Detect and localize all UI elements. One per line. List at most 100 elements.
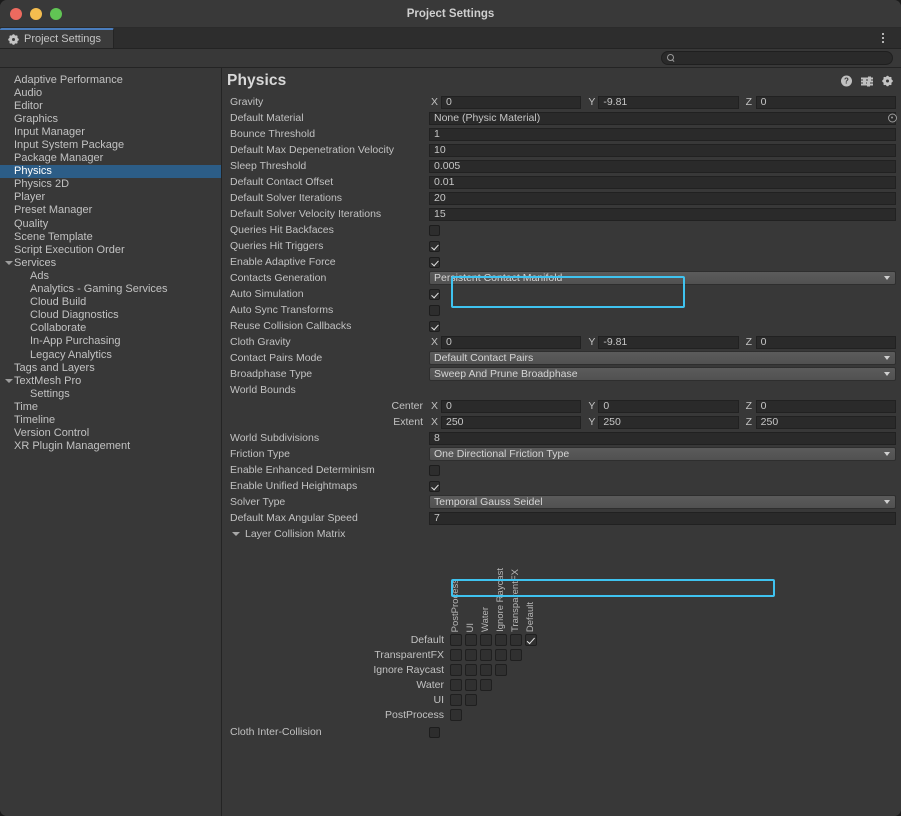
preset-icon[interactable] bbox=[861, 76, 873, 87]
matrix-checkbox[interactable] bbox=[479, 633, 492, 646]
center-z-input[interactable]: 0 bbox=[755, 399, 896, 413]
queries-hit-backfaces-checkbox[interactable] bbox=[429, 224, 440, 236]
sidebar-item-cloud-diagnostics[interactable]: Cloud Diagnostics bbox=[0, 309, 221, 322]
default-max-angular-speed-input[interactable]: 7 bbox=[429, 511, 896, 525]
extent-z-input[interactable]: 250 bbox=[755, 415, 896, 429]
center-y-input[interactable]: 0 bbox=[598, 399, 739, 413]
sidebar-item-time[interactable]: Time bbox=[0, 400, 221, 413]
sidebar-item-in-app-purchasing[interactable]: In-App Purchasing bbox=[0, 335, 221, 348]
matrix-row: TransparentFX bbox=[222, 647, 901, 662]
matrix-checkbox[interactable] bbox=[494, 663, 507, 676]
matrix-checkbox[interactable] bbox=[464, 693, 477, 706]
default-material-field[interactable]: None (Physic Material) bbox=[429, 111, 896, 125]
matrix-checkbox[interactable] bbox=[494, 648, 507, 661]
matrix-checkbox[interactable] bbox=[449, 648, 462, 661]
sidebar-item-textmesh-pro[interactable]: TextMesh Pro bbox=[0, 374, 221, 387]
gravity-x-input[interactable]: 0 bbox=[441, 95, 582, 109]
sidebar-item-graphics[interactable]: Graphics bbox=[0, 112, 221, 125]
sidebar-item-audio[interactable]: Audio bbox=[0, 86, 221, 99]
matrix-checkbox[interactable] bbox=[449, 693, 462, 706]
center-x-input[interactable]: 0 bbox=[441, 399, 582, 413]
extent-x-input[interactable]: 250 bbox=[441, 415, 582, 429]
sidebar-item-physics[interactable]: Physics bbox=[0, 164, 221, 178]
zoom-button[interactable] bbox=[50, 7, 62, 20]
broadphase-type-dropdown[interactable]: Sweep And Prune Broadphase bbox=[429, 367, 896, 381]
object-picker-icon[interactable] bbox=[888, 113, 897, 123]
sidebar-item-ads[interactable]: Ads bbox=[0, 269, 221, 282]
help-icon[interactable]: ? bbox=[841, 75, 852, 87]
sidebar-item-quality[interactable]: Quality bbox=[0, 217, 221, 230]
sidebar-item-preset-manager[interactable]: Preset Manager bbox=[0, 204, 221, 217]
contact-pairs-mode-dropdown[interactable]: Default Contact Pairs bbox=[429, 351, 896, 365]
sidebar-item-services[interactable]: Services bbox=[0, 256, 221, 269]
cloth-gravity-x-input[interactable]: 0 bbox=[441, 335, 582, 349]
reuse-collision-callbacks-checkbox[interactable] bbox=[429, 320, 440, 332]
matrix-checkbox[interactable] bbox=[479, 678, 492, 691]
matrix-checkbox[interactable] bbox=[509, 633, 522, 646]
search-box[interactable] bbox=[661, 51, 893, 65]
close-button[interactable] bbox=[10, 7, 22, 20]
minimize-button[interactable] bbox=[30, 7, 42, 20]
cloth-gravity-y-input[interactable]: -9.81 bbox=[598, 335, 739, 349]
sidebar-item-cloud-build[interactable]: Cloud Build bbox=[0, 296, 221, 309]
foldout-layer-collision-matrix[interactable]: Layer Collision Matrix bbox=[222, 526, 901, 542]
enable-adaptive-force-checkbox[interactable] bbox=[429, 256, 440, 268]
matrix-checkbox[interactable] bbox=[464, 663, 477, 676]
sidebar-item-input-manager[interactable]: Input Manager bbox=[0, 125, 221, 138]
bounce-threshold-input[interactable]: 1 bbox=[429, 127, 896, 141]
matrix-checkbox[interactable] bbox=[464, 648, 477, 661]
sidebar-item-editor[interactable]: Editor bbox=[0, 99, 221, 112]
sidebar-item-input-system-package[interactable]: Input System Package bbox=[0, 138, 221, 151]
cloth-gravity-z-input[interactable]: 0 bbox=[755, 335, 896, 349]
matrix-checkbox[interactable] bbox=[449, 663, 462, 676]
solver-type-dropdown[interactable]: Temporal Gauss Seidel bbox=[429, 495, 896, 509]
sidebar-item-xr-plugin-management[interactable]: XR Plugin Management bbox=[0, 440, 221, 453]
matrix-checkbox[interactable] bbox=[464, 633, 477, 646]
sidebar-item-collaborate[interactable]: Collaborate bbox=[0, 322, 221, 335]
gravity-z-input[interactable]: 0 bbox=[755, 95, 896, 109]
extent-y-input[interactable]: 250 bbox=[598, 415, 739, 429]
sidebar-item-player[interactable]: Player bbox=[0, 191, 221, 204]
default-contact-offset-input[interactable]: 0.01 bbox=[429, 175, 896, 189]
matrix-checkbox[interactable] bbox=[494, 633, 507, 646]
cloth-inter-collision-checkbox[interactable] bbox=[429, 726, 440, 738]
auto-sync-transforms-checkbox[interactable] bbox=[429, 304, 440, 316]
matrix-checkbox[interactable] bbox=[449, 708, 462, 721]
gear-icon[interactable] bbox=[882, 76, 893, 87]
matrix-checkbox[interactable] bbox=[524, 633, 537, 646]
matrix-checkbox[interactable] bbox=[509, 648, 522, 661]
sidebar-item-version-control[interactable]: Version Control bbox=[0, 427, 221, 440]
kebab-menu-icon[interactable] bbox=[875, 28, 891, 48]
friction-type-dropdown[interactable]: One Directional Friction Type bbox=[429, 447, 896, 461]
matrix-checkbox[interactable] bbox=[479, 648, 492, 661]
default-max-depenetration-velocity-input[interactable]: 10 bbox=[429, 143, 896, 157]
sidebar-item-scene-template[interactable]: Scene Template bbox=[0, 230, 221, 243]
queries-hit-triggers-checkbox[interactable] bbox=[429, 240, 440, 252]
default-solver-velocity-iterations-input[interactable]: 15 bbox=[429, 207, 896, 221]
sidebar-item-settings[interactable]: Settings bbox=[0, 387, 221, 400]
sidebar-item-package-manager[interactable]: Package Manager bbox=[0, 152, 221, 165]
settings-sidebar[interactable]: Adaptive Performance Audio Editor Graphics I… bbox=[0, 68, 222, 816]
gravity-y-input[interactable]: -9.81 bbox=[598, 95, 739, 109]
auto-simulation-checkbox[interactable] bbox=[429, 288, 440, 300]
matrix-checkbox[interactable] bbox=[479, 663, 492, 676]
matrix-checkbox[interactable] bbox=[449, 633, 462, 646]
sleep-threshold-input[interactable]: 0.005 bbox=[429, 159, 896, 173]
cloth-gravity-x-label: X bbox=[431, 336, 439, 348]
matrix-checkbox[interactable] bbox=[464, 678, 477, 691]
sidebar-item-tags-and-layers[interactable]: Tags and Layers bbox=[0, 361, 221, 374]
enable-enhanced-determinism-checkbox[interactable] bbox=[429, 464, 440, 476]
sidebar-item-physics-2d[interactable]: Physics 2D bbox=[0, 178, 221, 191]
sidebar-item-adaptive-performance[interactable]: Adaptive Performance bbox=[0, 73, 221, 86]
sidebar-item-timeline[interactable]: Timeline bbox=[0, 413, 221, 426]
default-solver-iterations-input[interactable]: 20 bbox=[429, 191, 896, 205]
sidebar-item-script-execution-order[interactable]: Script Execution Order bbox=[0, 243, 221, 256]
tab-project-settings[interactable]: Project Settings bbox=[0, 28, 115, 48]
sidebar-item-legacy-analytics[interactable]: Legacy Analytics bbox=[0, 348, 221, 361]
search-input[interactable] bbox=[679, 52, 887, 64]
world-subdivisions-input[interactable]: 8 bbox=[429, 431, 896, 445]
enable-unified-heightmaps-checkbox[interactable] bbox=[429, 480, 440, 492]
sidebar-item-analytics-gaming-services[interactable]: Analytics - Gaming Services bbox=[0, 283, 221, 296]
contacts-generation-dropdown[interactable]: Persistent Contact Manifold bbox=[429, 271, 896, 285]
matrix-checkbox[interactable] bbox=[449, 678, 462, 691]
